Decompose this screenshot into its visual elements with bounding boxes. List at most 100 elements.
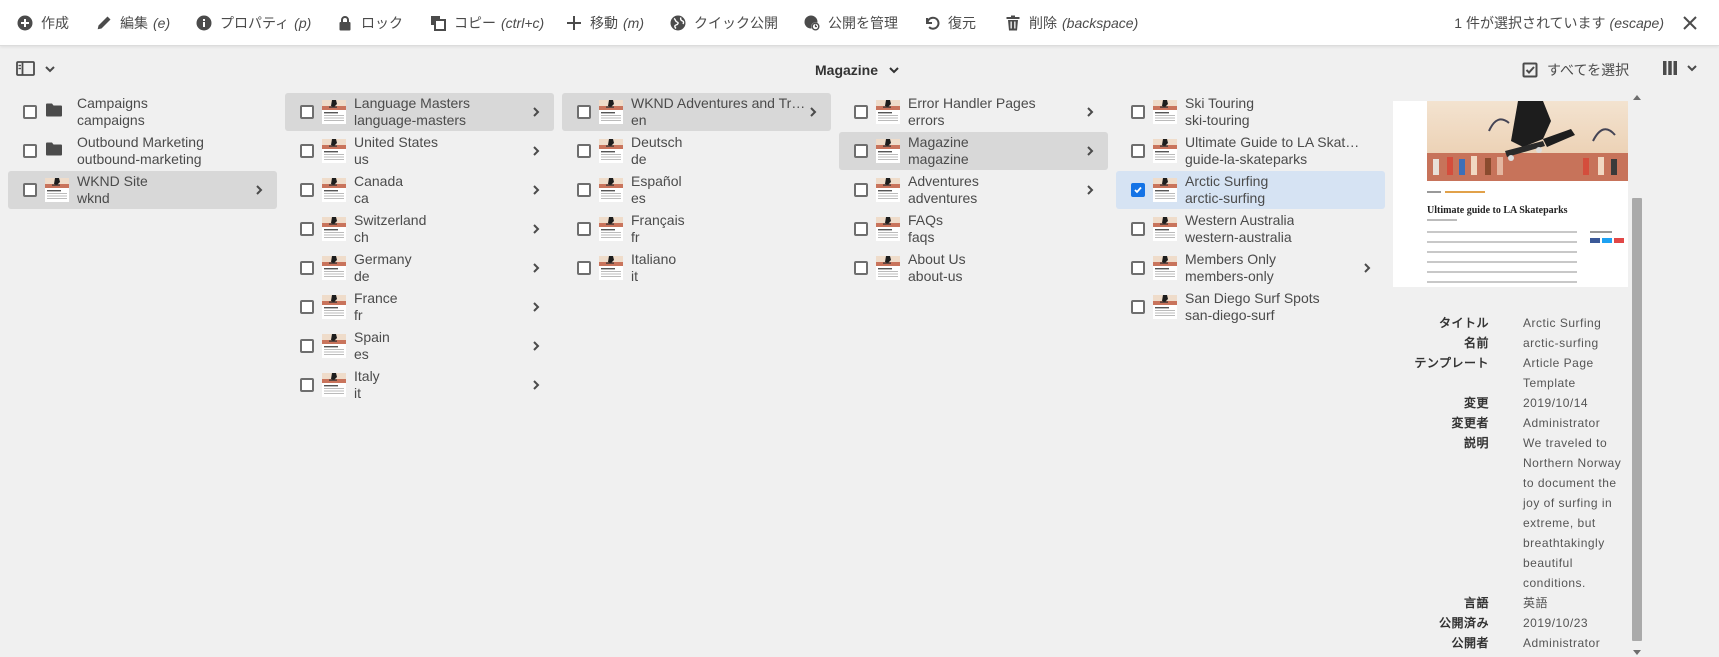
view-header: Magazine すべてを選択 bbox=[0, 46, 1719, 93]
column-item[interactable]: France fr bbox=[285, 288, 554, 326]
column-item[interactable]: Magazine magazine bbox=[839, 132, 1108, 170]
edit-button[interactable]: 編集 (e) bbox=[96, 0, 170, 46]
item-checkbox[interactable] bbox=[577, 144, 591, 158]
quick-publish-button[interactable]: クイック公開 bbox=[670, 0, 778, 46]
delete-shortcut: (backspace) bbox=[1062, 15, 1139, 31]
column-item[interactable]: San Diego Surf Spots san-diego-surf bbox=[1116, 288, 1385, 326]
chevron-right-icon[interactable] bbox=[530, 379, 542, 391]
column-item[interactable]: About Us about-us bbox=[839, 249, 1108, 287]
item-checkbox[interactable] bbox=[300, 222, 314, 236]
column-item[interactable]: Germany de bbox=[285, 249, 554, 287]
column-item[interactable]: FAQs faqs bbox=[839, 210, 1108, 248]
column-item[interactable]: Western Australia western-australia bbox=[1116, 210, 1385, 248]
item-checkbox[interactable] bbox=[1131, 105, 1145, 119]
column-item[interactable]: Campaigns campaigns bbox=[8, 93, 277, 131]
item-checkbox[interactable] bbox=[300, 183, 314, 197]
column-item[interactable]: Spain es bbox=[285, 327, 554, 365]
item-checkbox[interactable] bbox=[300, 300, 314, 314]
column-item[interactable]: United States us bbox=[285, 132, 554, 170]
column-item[interactable]: Language Masters language-masters bbox=[285, 93, 554, 131]
chevron-right-icon[interactable] bbox=[530, 340, 542, 352]
column-view-icon bbox=[1663, 61, 1677, 75]
page-thumbnail-icon bbox=[1153, 100, 1177, 124]
restore-label: 復元 bbox=[948, 15, 976, 31]
item-checkbox[interactable] bbox=[23, 183, 37, 197]
scrollbar-thumb[interactable] bbox=[1632, 198, 1642, 641]
view-switcher[interactable] bbox=[1662, 60, 1698, 76]
column-item[interactable]: Italiano it bbox=[562, 249, 831, 287]
chevron-right-icon[interactable] bbox=[1084, 106, 1096, 118]
scroll-down-arrow[interactable] bbox=[1633, 650, 1641, 655]
restore-button[interactable]: 復元 bbox=[924, 0, 976, 46]
item-checkbox[interactable] bbox=[854, 144, 868, 158]
chevron-right-icon[interactable] bbox=[530, 106, 542, 118]
item-checkbox[interactable] bbox=[577, 105, 591, 119]
chevron-right-icon[interactable] bbox=[530, 262, 542, 274]
column-item[interactable]: Arctic Surfing arctic-surfing bbox=[1116, 171, 1385, 209]
lock-button[interactable]: ロック bbox=[337, 0, 403, 46]
item-checkbox[interactable] bbox=[23, 105, 37, 119]
item-checkbox[interactable] bbox=[1131, 144, 1145, 158]
chevron-right-icon[interactable] bbox=[807, 106, 819, 118]
item-checkbox[interactable] bbox=[300, 378, 314, 392]
view-title-dropdown[interactable]: Magazine bbox=[815, 46, 900, 93]
info-icon bbox=[196, 15, 212, 31]
item-checkbox[interactable] bbox=[854, 105, 868, 119]
scroll-up-arrow[interactable] bbox=[1633, 95, 1641, 100]
column-item[interactable]: Canada ca bbox=[285, 171, 554, 209]
column-item[interactable]: Outbound Marketing outbound-marketing bbox=[8, 132, 277, 170]
item-checkbox[interactable] bbox=[854, 183, 868, 197]
delete-button[interactable]: 削除 (backspace) bbox=[1005, 0, 1138, 46]
chevron-right-icon[interactable] bbox=[253, 184, 265, 196]
item-name: it bbox=[354, 385, 361, 401]
properties-shortcut: (p) bbox=[294, 15, 312, 31]
rail-toggle-button[interactable] bbox=[16, 61, 56, 76]
item-checkbox[interactable] bbox=[23, 144, 37, 158]
column-item[interactable]: Switzerland ch bbox=[285, 210, 554, 248]
item-checkbox[interactable] bbox=[1131, 300, 1145, 314]
chevron-right-icon[interactable] bbox=[1084, 184, 1096, 196]
item-checkbox[interactable] bbox=[577, 261, 591, 275]
item-checkbox[interactable] bbox=[300, 105, 314, 119]
selection-shortcut: (escape) bbox=[1609, 15, 1664, 31]
page-thumbnail-icon bbox=[599, 139, 623, 163]
item-checkbox[interactable] bbox=[854, 261, 868, 275]
page-thumbnail-icon bbox=[1153, 256, 1177, 280]
column-item[interactable]: Español es bbox=[562, 171, 831, 209]
chevron-right-icon[interactable] bbox=[1361, 262, 1373, 274]
chevron-right-icon[interactable] bbox=[530, 145, 542, 157]
column-item[interactable]: Ultimate Guide to LA Skat… guide-la-skate… bbox=[1116, 132, 1385, 170]
column-item[interactable]: Deutsch de bbox=[562, 132, 831, 170]
close-icon[interactable] bbox=[1682, 15, 1698, 31]
column-item[interactable]: Error Handler Pages errors bbox=[839, 93, 1108, 131]
column-item[interactable]: Français fr bbox=[562, 210, 831, 248]
item-name: fr bbox=[354, 307, 363, 323]
column-item[interactable]: WKND Adventures and Tr… en bbox=[562, 93, 831, 131]
column-item[interactable]: Ski Touring ski-touring bbox=[1116, 93, 1385, 131]
item-checkbox[interactable] bbox=[300, 339, 314, 353]
item-checkbox[interactable] bbox=[854, 222, 868, 236]
column-item[interactable]: Italy it bbox=[285, 366, 554, 404]
chevron-right-icon[interactable] bbox=[530, 184, 542, 196]
copy-button[interactable]: コピー (ctrl+c) bbox=[430, 0, 544, 46]
item-checkbox[interactable] bbox=[300, 144, 314, 158]
item-checkbox[interactable] bbox=[577, 222, 591, 236]
manage-publication-button[interactable]: 公開を管理 bbox=[804, 0, 898, 46]
chevron-right-icon[interactable] bbox=[530, 301, 542, 313]
item-title: Deutsch bbox=[631, 134, 683, 150]
column-item[interactable]: Adventures adventures bbox=[839, 171, 1108, 209]
chevron-right-icon[interactable] bbox=[530, 223, 542, 235]
item-checkbox[interactable] bbox=[1131, 261, 1145, 275]
column-item[interactable]: Members Only members-only bbox=[1116, 249, 1385, 287]
move-button[interactable]: 移動 (m) bbox=[566, 0, 644, 46]
item-checkbox[interactable] bbox=[1131, 183, 1145, 197]
select-all-button[interactable]: すべてを選択 bbox=[1522, 46, 1629, 93]
column-item[interactable]: WKND Site wknd bbox=[8, 171, 277, 209]
item-checkbox[interactable] bbox=[1131, 222, 1145, 236]
properties-button[interactable]: プロパティ (p) bbox=[196, 0, 311, 46]
item-checkbox[interactable] bbox=[577, 183, 591, 197]
chevron-right-icon[interactable] bbox=[1084, 145, 1096, 157]
item-checkbox[interactable] bbox=[300, 261, 314, 275]
scrollbar[interactable] bbox=[1630, 93, 1644, 657]
create-button[interactable]: 作成 bbox=[17, 0, 69, 46]
